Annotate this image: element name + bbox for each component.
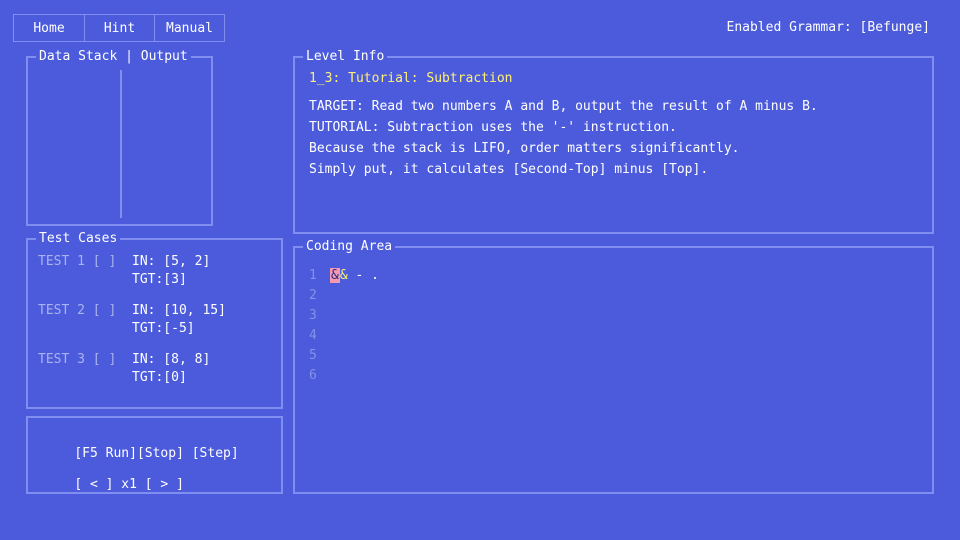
level-lifo-text: Because the stack is LIFO, order matters… xyxy=(309,141,740,156)
level-target-text: TARGET: Read two numbers A and B, output… xyxy=(309,99,818,114)
stop-button[interactable]: [Stop] xyxy=(137,446,184,461)
line-number: 1 xyxy=(309,268,317,283)
test-2-input: IN: [10, 15] xyxy=(132,303,226,318)
test-3-target: TGT:[0] xyxy=(132,370,187,385)
coding-area-panel[interactable]: Coding Area 1 2 3 4 5 6 && - . xyxy=(293,239,934,494)
test-cases-panel: Test Cases TEST 1 [ ] IN: [5, 2] TGT:[3]… xyxy=(26,231,283,409)
step-forward-button[interactable]: [ > ] xyxy=(145,477,184,492)
test-2-target: TGT:[-5] xyxy=(132,321,195,336)
line-number: 6 xyxy=(309,368,317,383)
line-number: 4 xyxy=(309,328,317,343)
line-number: 3 xyxy=(309,308,317,323)
level-formula-text: Simply put, it calculates [Second-Top] m… xyxy=(309,162,709,177)
level-info-panel: Level Info 1_3: Tutorial: Subtraction TA… xyxy=(293,49,934,234)
test-1-target: TGT:[3] xyxy=(132,272,187,287)
level-tutorial-text: TUTORIAL: Subtraction uses the '-' instr… xyxy=(309,120,677,135)
line-number: 5 xyxy=(309,348,317,363)
speed-indicator[interactable]: x1 xyxy=(121,477,137,492)
grammar-label: Enabled Grammar: [Befunge] xyxy=(726,20,931,35)
level-info-title: Level Info xyxy=(303,49,388,65)
data-stack-panel: Data Stack | Output xyxy=(26,49,213,226)
step-button[interactable]: [Step] xyxy=(192,446,239,461)
code-token: & xyxy=(339,268,348,283)
home-button[interactable]: Home xyxy=(13,14,85,42)
execution-cursor: & xyxy=(330,268,340,283)
test-1-label: TEST 1 [ ] xyxy=(38,254,117,269)
controls-panel: [F5 Run][Stop] [Step] [ < ] x1 [ > ] xyxy=(26,416,283,494)
code-token: - . xyxy=(347,268,379,283)
coding-area-title: Coding Area xyxy=(303,239,396,255)
run-button[interactable]: [F5 Run] xyxy=(74,446,137,461)
manual-button[interactable]: Manual xyxy=(154,14,225,42)
test-1-input: IN: [5, 2] xyxy=(132,254,211,269)
data-stack-title: Data Stack | Output xyxy=(36,49,191,65)
test-3-input: IN: [8, 8] xyxy=(132,352,211,367)
hint-button[interactable]: Hint xyxy=(84,14,155,42)
level-subtitle: 1_3: Tutorial: Subtraction xyxy=(309,71,513,86)
stack-output-divider xyxy=(120,70,122,218)
step-back-button[interactable]: [ < ] xyxy=(74,477,113,492)
line-number: 2 xyxy=(309,288,317,303)
test-3-label: TEST 3 [ ] xyxy=(38,352,117,367)
code-line-1[interactable]: && - . xyxy=(330,268,379,284)
test-2-label: TEST 2 [ ] xyxy=(38,303,117,318)
test-cases-title: Test Cases xyxy=(36,231,121,247)
